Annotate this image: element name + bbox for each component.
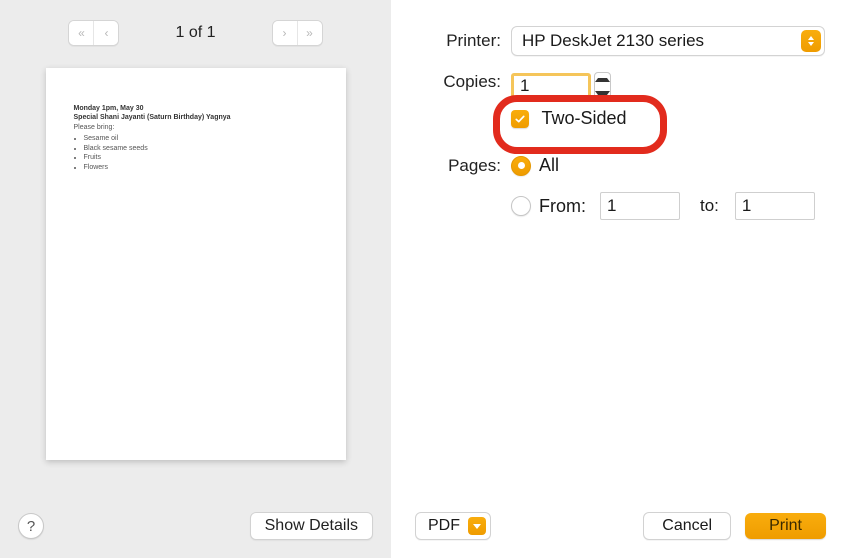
pages-to-value: 1 <box>742 196 751 216</box>
pages-from-input[interactable]: 1 <box>600 192 680 220</box>
pages-from-label: From: <box>539 196 586 217</box>
show-details-button[interactable]: Show Details <box>250 512 373 540</box>
printer-value: HP DeskJet 2130 series <box>522 31 704 51</box>
two-sided-row: Two-Sided <box>511 108 825 129</box>
pages-range-option: From: 1 to: 1 <box>511 192 825 220</box>
print-label: Print <box>769 517 802 535</box>
preview-content: Monday 1pm, May 30 Special Shani Jayanti… <box>74 104 322 172</box>
next-button-group: › » <box>272 20 323 46</box>
copies-input[interactable]: 1 <box>511 73 591 99</box>
preview-panel: « ‹ 1 of 1 › » Monday 1pm, May 30 Specia… <box>0 0 391 558</box>
two-sided-label: Two-Sided <box>541 108 626 128</box>
first-page-button[interactable]: « <box>69 21 93 45</box>
cancel-button[interactable]: Cancel <box>643 512 731 540</box>
print-dialog: « ‹ 1 of 1 › » Monday 1pm, May 30 Specia… <box>0 0 850 558</box>
preview-line-3: Please bring: <box>74 123 322 132</box>
copies-stepper[interactable] <box>594 72 611 100</box>
left-footer: ? Show Details <box>0 494 391 558</box>
preview-item: Sesame oil <box>84 134 322 143</box>
pages-all-option: All <box>511 155 559 176</box>
copies-input-group: 1 <box>511 72 611 100</box>
pages-to-input[interactable]: 1 <box>735 192 815 220</box>
preview-nav: « ‹ 1 of 1 › » <box>0 0 391 66</box>
help-button[interactable]: ? <box>18 513 44 539</box>
pages-row: Pages: All <box>411 155 825 176</box>
last-page-button[interactable]: » <box>297 21 322 45</box>
help-icon: ? <box>27 518 35 535</box>
check-icon <box>514 113 526 125</box>
prev-button-group: « ‹ <box>68 20 119 46</box>
pages-label: Pages: <box>411 156 501 176</box>
pages-all-label: All <box>539 155 559 176</box>
preview-line-1: Monday 1pm, May 30 <box>74 104 322 113</box>
preview-item: Fruits <box>84 153 322 162</box>
pages-from-value: 1 <box>607 196 616 216</box>
pages-all-radio[interactable] <box>511 156 531 176</box>
preview-line-2: Special Shani Jayanti (Saturn Birthday) … <box>74 113 322 122</box>
copies-value: 1 <box>520 76 529 96</box>
pages-range-radio[interactable] <box>511 196 531 216</box>
two-sided-checkbox[interactable] <box>511 110 529 128</box>
prev-page-button[interactable]: ‹ <box>93 21 118 45</box>
stepper-up-icon[interactable] <box>595 73 610 86</box>
right-footer: PDF Cancel Print <box>391 494 850 558</box>
preview-list: Sesame oil Black sesame seeds Fruits Flo… <box>84 134 322 172</box>
printer-row: Printer: HP DeskJet 2130 series <box>411 26 825 56</box>
pdf-label: PDF <box>428 517 460 535</box>
printer-select[interactable]: HP DeskJet 2130 series <box>511 26 825 56</box>
settings-panel: Printer: HP DeskJet 2130 series Copies: … <box>391 0 850 558</box>
pdf-button[interactable]: PDF <box>415 512 491 540</box>
printer-label: Printer: <box>411 31 501 51</box>
print-button[interactable]: Print <box>745 513 826 539</box>
updown-icon <box>801 30 821 52</box>
cancel-label: Cancel <box>662 517 712 535</box>
page-preview: Monday 1pm, May 30 Special Shani Jayanti… <box>46 68 346 460</box>
preview-item: Black sesame seeds <box>84 144 322 153</box>
show-details-label: Show Details <box>265 517 358 535</box>
copies-row: Copies: 1 <box>411 72 825 100</box>
stepper-down-icon[interactable] <box>595 86 610 99</box>
chevron-down-icon <box>468 517 486 535</box>
copies-label: Copies: <box>411 72 501 92</box>
next-page-button[interactable]: › <box>273 21 297 45</box>
pages-to-label: to: <box>700 196 719 216</box>
page-indicator: 1 of 1 <box>175 24 215 42</box>
preview-item: Flowers <box>84 163 322 172</box>
